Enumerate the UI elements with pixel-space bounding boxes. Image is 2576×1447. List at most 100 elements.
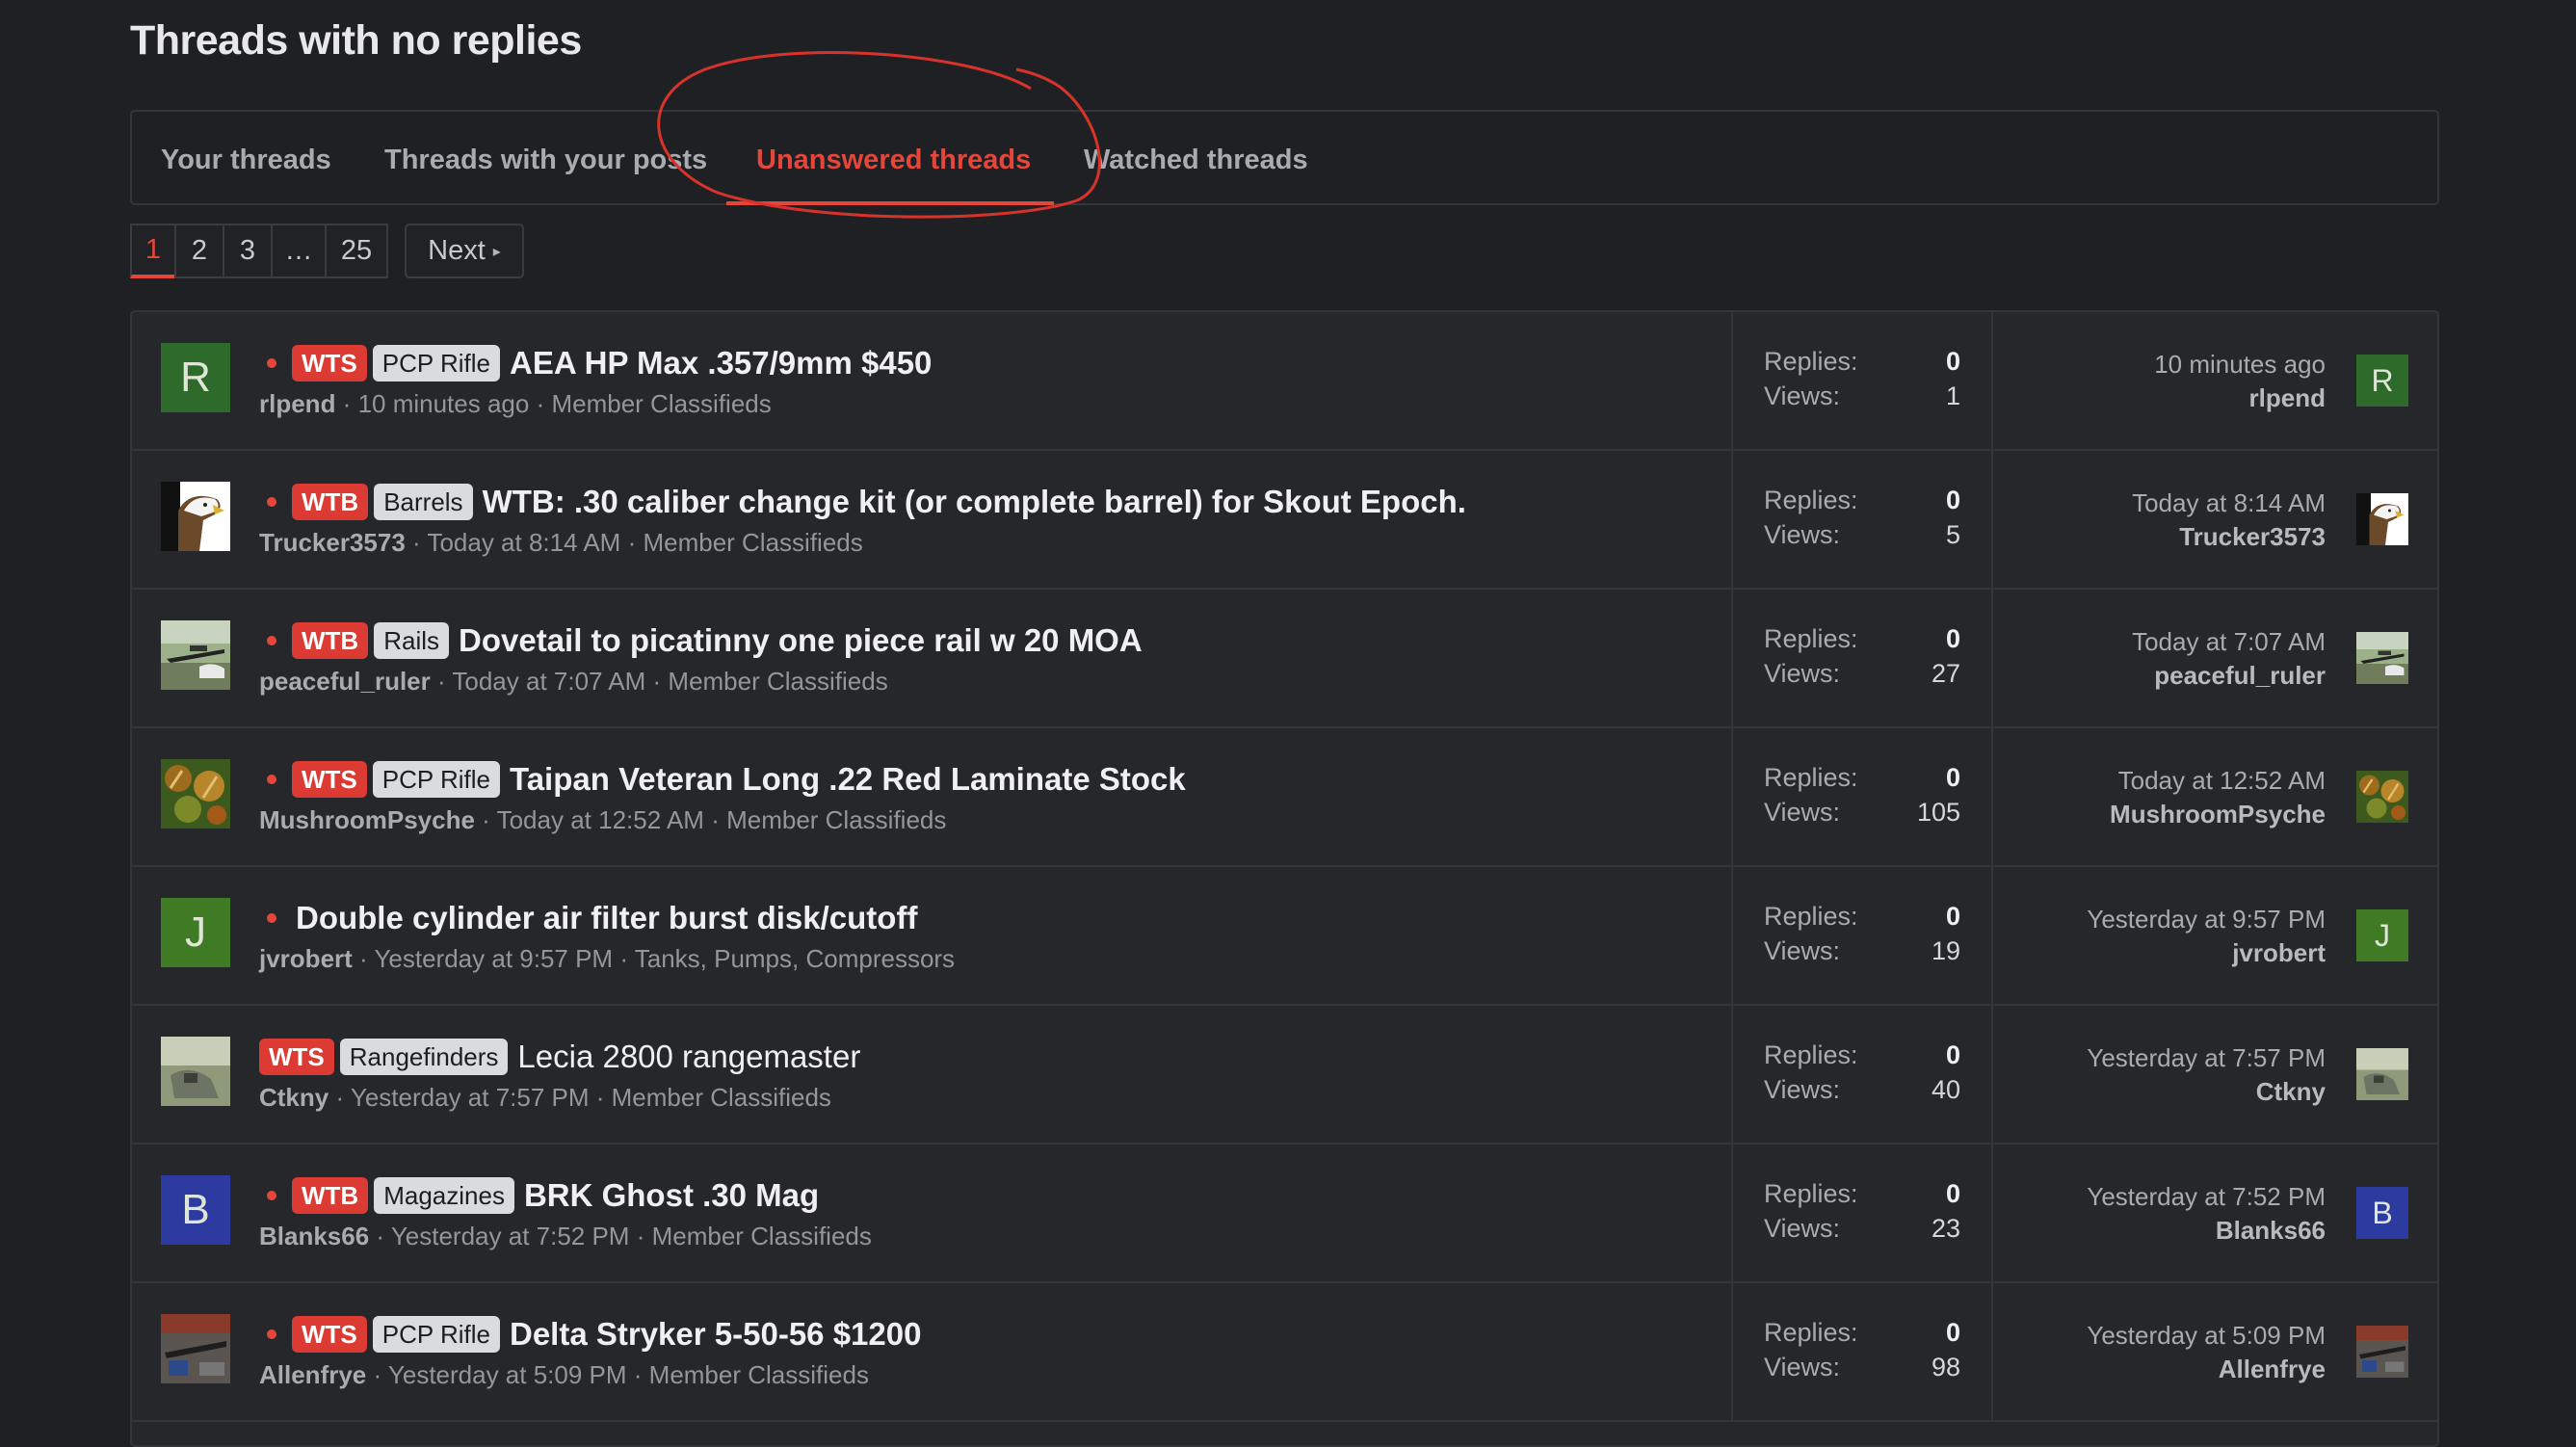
replies-label: Replies: (1764, 1040, 1858, 1069)
forum-link[interactable]: Member Classifieds (643, 528, 862, 557)
last-poster-avatar[interactable]: R (2356, 355, 2408, 407)
last-post-user[interactable]: peaceful_ruler (2132, 659, 2326, 692)
forum-link[interactable]: Member Classifieds (649, 1360, 869, 1389)
last-post-user[interactable]: Blanks66 (2087, 1214, 2326, 1247)
thread-title-link[interactable]: Double cylinder air filter burst disk/cu… (296, 900, 917, 936)
forum-link[interactable]: Member Classifieds (668, 667, 887, 696)
prefix-badge[interactable]: WTS (292, 761, 367, 798)
thread-start-time[interactable]: Today at 7:07 AM (452, 667, 645, 696)
thread-start-time[interactable]: Yesterday at 9:57 PM (374, 944, 613, 973)
avatar[interactable] (161, 482, 230, 551)
tab-threads-with-your-posts[interactable]: Threads with your posts (384, 145, 707, 176)
thread-start-time[interactable]: Yesterday at 5:09 PM (388, 1360, 627, 1389)
category-badge[interactable]: PCP Rifle (372, 761, 500, 798)
last-post-user[interactable]: Allenfrye (2087, 1353, 2326, 1385)
last-poster-avatar[interactable] (2356, 771, 2408, 823)
prefix-badge[interactable]: WTB (292, 1177, 369, 1214)
last-poster-avatar[interactable] (2356, 1048, 2408, 1100)
replies-count: 0 (1945, 902, 1960, 931)
last-poster-avatar[interactable]: B (2356, 1187, 2408, 1239)
author-link[interactable]: Ctkny (259, 1083, 329, 1112)
page-ellipsis-button[interactable]: … (271, 224, 327, 278)
replies-stat: Replies: 0 (1764, 902, 1960, 936)
prefix-badge[interactable]: WTB (292, 622, 369, 659)
thread-title-link[interactable]: WTB: .30 caliber change kit (or complete… (483, 484, 1466, 520)
last-post-time[interactable]: Today at 7:07 AM (2132, 624, 2326, 659)
last-post-time[interactable]: Yesterday at 7:57 PM (2087, 1040, 2326, 1075)
prefix-badge[interactable]: WTS (292, 345, 367, 381)
thread-row: WTS PCP Rifle Taipan Veteran Long .22 Red … (132, 728, 2437, 867)
category-badge[interactable]: PCP Rifle (372, 345, 500, 381)
author-link[interactable]: peaceful_ruler (259, 667, 431, 696)
avatar[interactable] (161, 1037, 230, 1106)
last-poster-avatar[interactable] (2356, 632, 2408, 684)
thread-title-link[interactable]: Dovetail to picatinny one piece rail w 2… (459, 622, 1143, 659)
tab-unanswered-threads[interactable]: Unanswered threads (756, 145, 1031, 176)
page-1-button[interactable]: 1 (130, 224, 176, 278)
avatar[interactable]: R (161, 343, 230, 412)
thread-title-link[interactable]: Delta Stryker 5-50-56 $1200 (510, 1316, 921, 1353)
category-badge[interactable]: Rails (374, 622, 449, 659)
thread-title-link[interactable]: BRK Ghost .30 Mag (524, 1177, 819, 1214)
views-stat: Views: 1 (1764, 381, 1960, 416)
avatar[interactable]: B (161, 1175, 230, 1245)
page-25-button[interactable]: 25 (325, 224, 388, 278)
author-link[interactable]: MushroomPsyche (259, 805, 475, 834)
tab-watched-threads[interactable]: Watched threads (1084, 145, 1308, 176)
thread-title-link[interactable]: AEA HP Max .357/9mm $450 (510, 345, 932, 381)
author-link[interactable]: Allenfrye (259, 1360, 366, 1389)
author-link[interactable]: Trucker3573 (259, 528, 406, 557)
prefix-badge[interactable]: WTB (292, 484, 369, 520)
page-3-button[interactable]: 3 (223, 224, 273, 278)
last-post-user[interactable]: rlpend (2154, 381, 2326, 414)
unread-dot-icon (267, 775, 276, 784)
thread-title-link[interactable]: Taipan Veteran Long .22 Red Laminate Sto… (510, 761, 1186, 798)
forum-link[interactable]: Member Classifieds (726, 805, 946, 834)
thread-title-link[interactable]: Lecia 2800 rangemaster (517, 1039, 860, 1075)
avatar[interactable] (161, 759, 230, 829)
last-poster-avatar[interactable] (2356, 493, 2408, 545)
author-link[interactable]: rlpend (259, 389, 335, 418)
category-badge[interactable]: Barrels (374, 484, 473, 520)
tab-your-threads[interactable]: Your threads (161, 145, 331, 176)
last-post-user[interactable]: Ctkny (2087, 1075, 2326, 1108)
prefix-badge[interactable]: WTS (292, 1316, 367, 1353)
last-post-user[interactable]: Trucker3573 (2132, 520, 2326, 553)
last-post-time[interactable]: Today at 8:14 AM (2132, 486, 2326, 520)
page-2-button[interactable]: 2 (174, 224, 224, 278)
avatar[interactable]: J (161, 898, 230, 967)
avatar[interactable] (161, 1314, 230, 1383)
thread-start-time[interactable]: Today at 8:14 AM (427, 528, 620, 557)
next-page-button[interactable]: Next ▸ (405, 224, 524, 278)
thread-start-time[interactable]: 10 minutes ago (358, 389, 530, 418)
forum-link[interactable]: Tanks, Pumps, Compressors (635, 944, 955, 973)
prefix-badge[interactable]: WTS (259, 1039, 334, 1075)
category-badge[interactable]: PCP Rifle (372, 1316, 500, 1353)
last-poster-avatar[interactable]: J (2356, 909, 2408, 961)
last-post-time[interactable]: Yesterday at 9:57 PM (2087, 902, 2326, 936)
views-count: 105 (1916, 798, 1960, 827)
author-link[interactable]: jvrobert (259, 944, 353, 973)
last-post-time[interactable]: 10 minutes ago (2154, 347, 2326, 381)
forum-link[interactable]: Member Classifieds (652, 1222, 872, 1250)
avatar[interactable] (161, 620, 230, 690)
last-post-time[interactable]: Yesterday at 7:52 PM (2087, 1179, 2326, 1214)
category-badge[interactable]: Rangefinders (339, 1039, 509, 1075)
last-post-time[interactable]: Yesterday at 5:09 PM (2087, 1318, 2326, 1353)
replies-stat: Replies: 0 (1764, 347, 1960, 381)
forum-link[interactable]: Member Classifieds (612, 1083, 831, 1112)
last-post-time[interactable]: Today at 12:52 AM (2110, 763, 2326, 798)
forum-link[interactable]: Member Classifieds (551, 389, 771, 418)
last-post-user[interactable]: jvrobert (2087, 936, 2326, 969)
thread-start-time[interactable]: Today at 12:52 AM (497, 805, 704, 834)
last-post-user[interactable]: MushroomPsyche (2110, 798, 2326, 830)
author-link[interactable]: Blanks66 (259, 1222, 369, 1250)
views-label: Views: (1764, 798, 1841, 827)
thread-title-line: Double cylinder air filter burst disk/cu… (259, 900, 917, 936)
thread-start-time[interactable]: Yesterday at 7:52 PM (391, 1222, 630, 1250)
last-poster-avatar[interactable] (2356, 1326, 2408, 1378)
category-badge[interactable]: Magazines (374, 1177, 514, 1214)
avatar-letter: R (2371, 362, 2394, 398)
thread-stats: Replies: 0 Views: 1 (1764, 347, 1960, 416)
thread-start-time[interactable]: Yesterday at 7:57 PM (351, 1083, 590, 1112)
